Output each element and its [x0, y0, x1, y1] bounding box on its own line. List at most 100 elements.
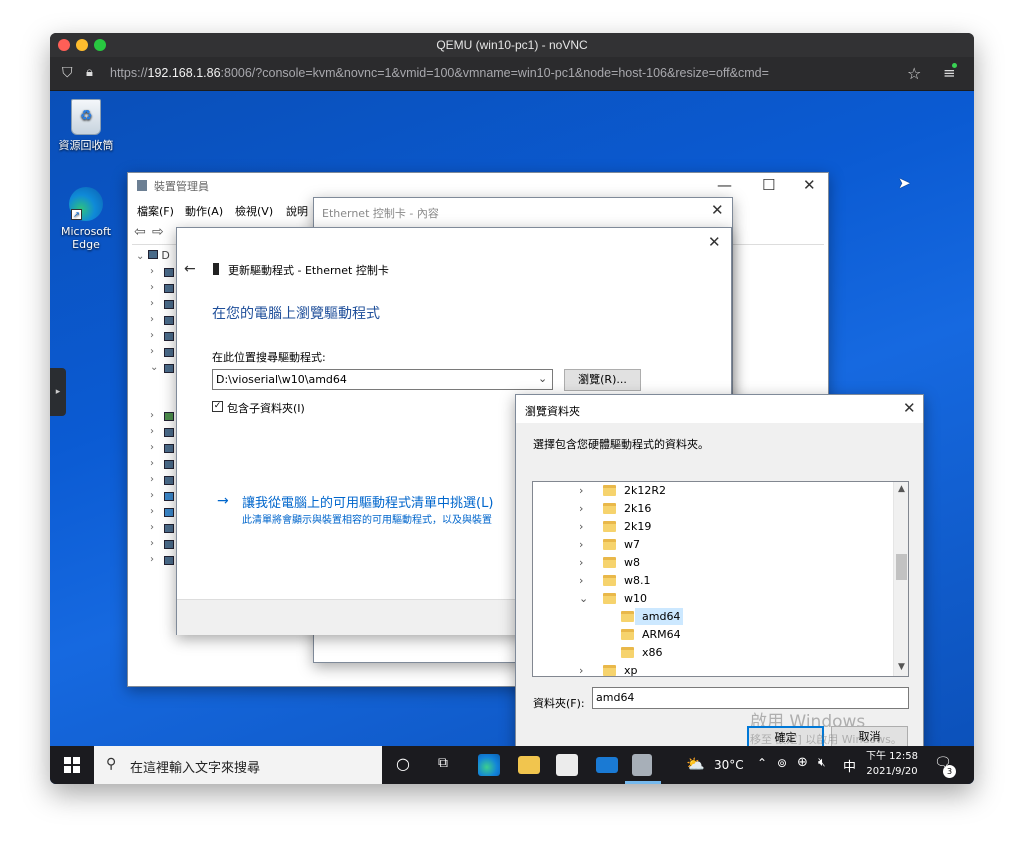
- back-arrow-icon[interactable]: ←: [184, 261, 196, 277]
- close-dot-icon[interactable]: [58, 39, 70, 51]
- folder-item[interactable]: ARM64: [533, 626, 893, 643]
- scroll-up-icon[interactable]: ▲: [898, 484, 905, 494]
- folder-item[interactable]: x86: [533, 644, 893, 661]
- tree-root[interactable]: ⌄ D: [136, 248, 170, 264]
- chevron-down-icon[interactable]: ⌄: [579, 590, 588, 607]
- folder-icon: [603, 503, 616, 514]
- minimize-dot-icon[interactable]: [76, 39, 88, 51]
- folder-name: x86: [642, 646, 663, 659]
- chevron-right-icon[interactable]: ›: [579, 536, 583, 553]
- tray-device-icon[interactable]: ⊚: [777, 756, 787, 770]
- folder-icon: [621, 629, 634, 640]
- mail-icon[interactable]: [596, 757, 618, 773]
- folder-item[interactable]: › xp: [533, 662, 893, 676]
- folder-item[interactable]: › 2k16: [533, 500, 893, 517]
- edge-taskbar-icon[interactable]: [478, 754, 500, 776]
- dialog-title: 瀏覽資料夾: [525, 405, 580, 418]
- folder-name: w7: [624, 538, 640, 551]
- store-icon[interactable]: [556, 754, 578, 776]
- taskbar: ⚲ 在這裡輸入文字來搜尋 ○ ⧉ ⛅ 30°C ⌃ ⊚ ⊕ 🔇︎ 中 下午 12…: [50, 746, 974, 784]
- folder-icon: [603, 557, 616, 568]
- clock-date: 2021/9/20: [866, 766, 918, 777]
- clock[interactable]: 下午 12:58 2021/9/20: [862, 749, 922, 779]
- folder-item[interactable]: › 2k19: [533, 518, 893, 535]
- folder-item[interactable]: amd64: [533, 608, 893, 625]
- url-text[interactable]: https://192.168.1.86:8006/?console=kvm&n…: [110, 66, 769, 80]
- chevron-right-icon[interactable]: ›: [579, 572, 583, 589]
- recycle-bin-label: 資源回收筒: [58, 139, 114, 152]
- desktop-icon-recycle-bin[interactable]: ♻ 資源回收筒: [56, 99, 116, 152]
- novnc-sidebar-handle[interactable]: ▸: [50, 368, 66, 416]
- lock-icon[interactable]: 🔒︎: [86, 65, 93, 80]
- weather-icon[interactable]: ⛅: [686, 755, 705, 773]
- folder-tree[interactable]: › 2k12R2 › 2k16 › 2k19 › w7 › w8 › w8.1 ⌄ w10 amd64 ARM…: [532, 481, 909, 677]
- browser-title: QEMU (win10-pc1) - noVNC: [436, 38, 588, 52]
- chevron-down-icon[interactable]: ⌄: [538, 372, 547, 385]
- maximize-icon[interactable]: ☐: [762, 178, 775, 193]
- back-icon[interactable]: ⇦: [134, 224, 146, 240]
- close-icon[interactable]: ✕: [803, 178, 816, 193]
- activation-watermark-sub: 移至 設定] 以啟用 Windows。: [750, 733, 902, 746]
- menu-file[interactable]: 檔案(F): [137, 203, 174, 219]
- file-explorer-icon[interactable]: [518, 756, 540, 774]
- folder-icon: [603, 521, 616, 532]
- start-windows-icon[interactable]: [64, 757, 80, 773]
- close-icon[interactable]: ✕: [903, 401, 916, 416]
- wizard-header: 更新驅動程式 - Ethernet 控制卡: [228, 264, 389, 277]
- browse-folder-dialog[interactable]: 瀏覽資料夾 ✕ 選擇包含您硬體驅動程式的資料夾。 › 2k12R2 › 2k16 › 2k…: [515, 394, 924, 764]
- wizard-heading: 在您的電腦上瀏覽驅動程式: [212, 306, 380, 322]
- minimize-icon[interactable]: —: [717, 178, 732, 193]
- include-subfolders-checkbox[interactable]: ✓: [212, 401, 223, 412]
- scroll-thumb[interactable]: [896, 554, 907, 580]
- zoom-dot-icon[interactable]: [94, 39, 106, 51]
- network-globe-icon[interactable]: ⊕: [797, 755, 808, 770]
- folder-item[interactable]: › 2k12R2: [533, 482, 893, 499]
- volume-muted-icon[interactable]: 🔇︎: [818, 755, 826, 770]
- folder-item[interactable]: ⌄ w10: [533, 590, 893, 607]
- close-icon[interactable]: ✕: [708, 235, 721, 250]
- vertical-scrollbar[interactable]: ▲ ▼: [893, 482, 908, 676]
- taskbar-search-box[interactable]: ⚲ 在這裡輸入文字來搜尋: [94, 746, 382, 784]
- browser-window: QEMU (win10-pc1) - noVNC ⛉ 🔒︎ https://19…: [50, 33, 974, 784]
- menu-view[interactable]: 檢視(V): [235, 203, 273, 219]
- driver-path-combobox[interactable]: D:\vioserial\w10\amd64 ⌄: [212, 369, 553, 390]
- pick-driver-link[interactable]: 讓我從電腦上的可用驅動程式清單中挑選(L): [242, 492, 532, 511]
- dialog-prompt: 選擇包含您硬體驅動程式的資料夾。: [533, 438, 709, 451]
- ime-indicator[interactable]: 中: [843, 756, 856, 775]
- device-manager-taskbar-icon[interactable]: [632, 754, 652, 776]
- browse-button[interactable]: 瀏覽(R)...: [564, 369, 641, 391]
- menu-help[interactable]: 說明: [286, 203, 308, 219]
- bookmark-star-icon[interactable]: ☆: [907, 64, 921, 83]
- folder-name: w10: [624, 592, 647, 605]
- folder-icon: [603, 539, 616, 550]
- shield-icon[interactable]: ⛉: [62, 65, 73, 81]
- forward-icon[interactable]: ⇨: [152, 224, 164, 240]
- search-placeholder: 在這裡輸入文字來搜尋: [130, 761, 261, 776]
- folder-item[interactable]: › w8.1: [533, 572, 893, 589]
- menu-action[interactable]: 動作(A): [185, 203, 223, 219]
- folder-label: 資料夾(F):: [533, 697, 585, 710]
- device-manager-icon: [137, 180, 147, 191]
- close-icon[interactable]: ✕: [711, 203, 724, 218]
- weather-temp[interactable]: 30°C: [714, 758, 744, 772]
- cortana-icon[interactable]: ○: [396, 754, 410, 773]
- chevron-right-icon[interactable]: ›: [579, 500, 583, 517]
- folder-item[interactable]: › w7: [533, 536, 893, 553]
- address-bar[interactable]: ⛉ 🔒︎ https://192.168.1.86:8006/?console=…: [50, 57, 974, 91]
- chevron-right-icon[interactable]: ›: [579, 554, 583, 571]
- folder-name: 2k19: [624, 520, 652, 533]
- desktop-icon-edge[interactable]: ↗ Microsoft Edge: [56, 187, 116, 251]
- search-location-label: 在此位置搜尋驅動程式:: [212, 351, 326, 364]
- task-view-icon[interactable]: ⧉: [438, 755, 448, 771]
- recycle-bin-icon: ♻: [71, 99, 101, 135]
- folder-name-input[interactable]: amd64: [592, 687, 909, 709]
- scroll-down-icon[interactable]: ▼: [898, 662, 905, 672]
- chevron-right-icon[interactable]: ›: [579, 518, 583, 535]
- tray-chevron-up-icon[interactable]: ⌃: [757, 756, 767, 770]
- folder-name: amd64: [635, 608, 684, 625]
- clock-time: 下午 12:58: [866, 751, 918, 762]
- folder-item[interactable]: › w8: [533, 554, 893, 571]
- chevron-right-icon[interactable]: ›: [579, 482, 583, 499]
- chevron-right-icon[interactable]: ›: [579, 662, 583, 676]
- folder-icon: [603, 593, 616, 604]
